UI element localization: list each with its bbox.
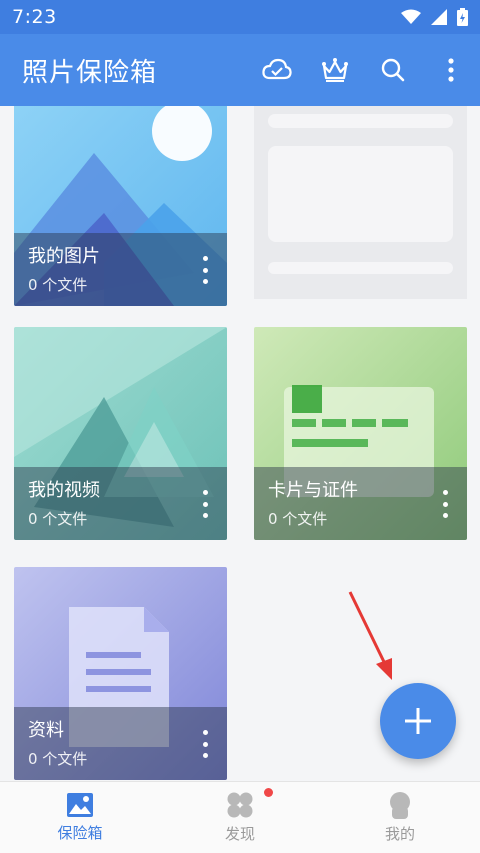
overflow-menu-button[interactable] (422, 34, 480, 106)
bottom-nav: 保险箱 发现 我的 (0, 781, 480, 853)
album-name: 我的视频 (28, 480, 100, 501)
album-more-button[interactable] (197, 730, 213, 758)
avatar-icon (390, 792, 410, 819)
vip-button[interactable] (306, 34, 364, 106)
search-icon (381, 58, 405, 82)
tab-discover[interactable]: 发现 (160, 782, 320, 853)
battery-icon (457, 8, 468, 26)
album-count: 0 个文件 (28, 510, 88, 528)
album-grid: 我的图片 0 个文件 我的视频 0 个文件 卡片与证件 0 个文件 资料 0 个… (0, 106, 480, 781)
page-title: 照片保险箱 (22, 57, 158, 88)
album-info: 卡片与证件 0 个文件 (254, 467, 467, 540)
cloud-icon (262, 58, 292, 80)
pointer-arrow (348, 591, 392, 680)
album-name: 资料 (28, 720, 64, 741)
status-time: 7:23 (12, 6, 57, 28)
add-button[interactable] (380, 683, 456, 759)
album-card-pictures[interactable]: 我的图片 0 个文件 (14, 106, 227, 306)
album-count: 0 个文件 (268, 510, 328, 528)
album-card-videos[interactable]: 我的视频 0 个文件 (14, 327, 227, 540)
grid-icon (227, 792, 253, 818)
album-count: 0 个文件 (28, 276, 88, 294)
tab-label: 保险箱 (57, 824, 103, 842)
album-more-button[interactable] (197, 256, 213, 284)
signal-icon (431, 9, 447, 25)
app-bar: 照片保险箱 (0, 34, 480, 106)
album-more-button[interactable] (197, 490, 213, 518)
notification-badge (264, 788, 273, 797)
tab-label: 发现 (224, 825, 255, 843)
status-bar: 7:23 (0, 0, 480, 34)
tab-vault[interactable]: 保险箱 (0, 782, 160, 853)
image-icon (67, 793, 93, 817)
cloud-button[interactable] (248, 34, 306, 106)
plus-icon (405, 708, 431, 734)
album-name: 卡片与证件 (268, 480, 358, 501)
more-vert-icon (448, 58, 454, 82)
album-info: 我的视频 0 个文件 (14, 467, 227, 540)
album-card-ids[interactable]: 卡片与证件 0 个文件 (254, 327, 467, 540)
tab-profile[interactable]: 我的 (320, 782, 480, 853)
album-count: 0 个文件 (28, 750, 88, 768)
search-button[interactable] (364, 34, 422, 106)
loading-placeholder (254, 106, 467, 299)
app-bar-actions (248, 34, 480, 106)
wifi-icon (401, 9, 421, 24)
album-info: 我的图片 0 个文件 (14, 233, 227, 306)
tab-label: 我的 (384, 825, 415, 843)
crown-icon (322, 58, 348, 82)
system-icons (401, 8, 468, 26)
album-info: 资料 0 个文件 (14, 707, 227, 780)
album-card-documents[interactable]: 资料 0 个文件 (14, 567, 227, 780)
album-name: 我的图片 (28, 246, 100, 267)
album-more-button[interactable] (437, 490, 453, 518)
